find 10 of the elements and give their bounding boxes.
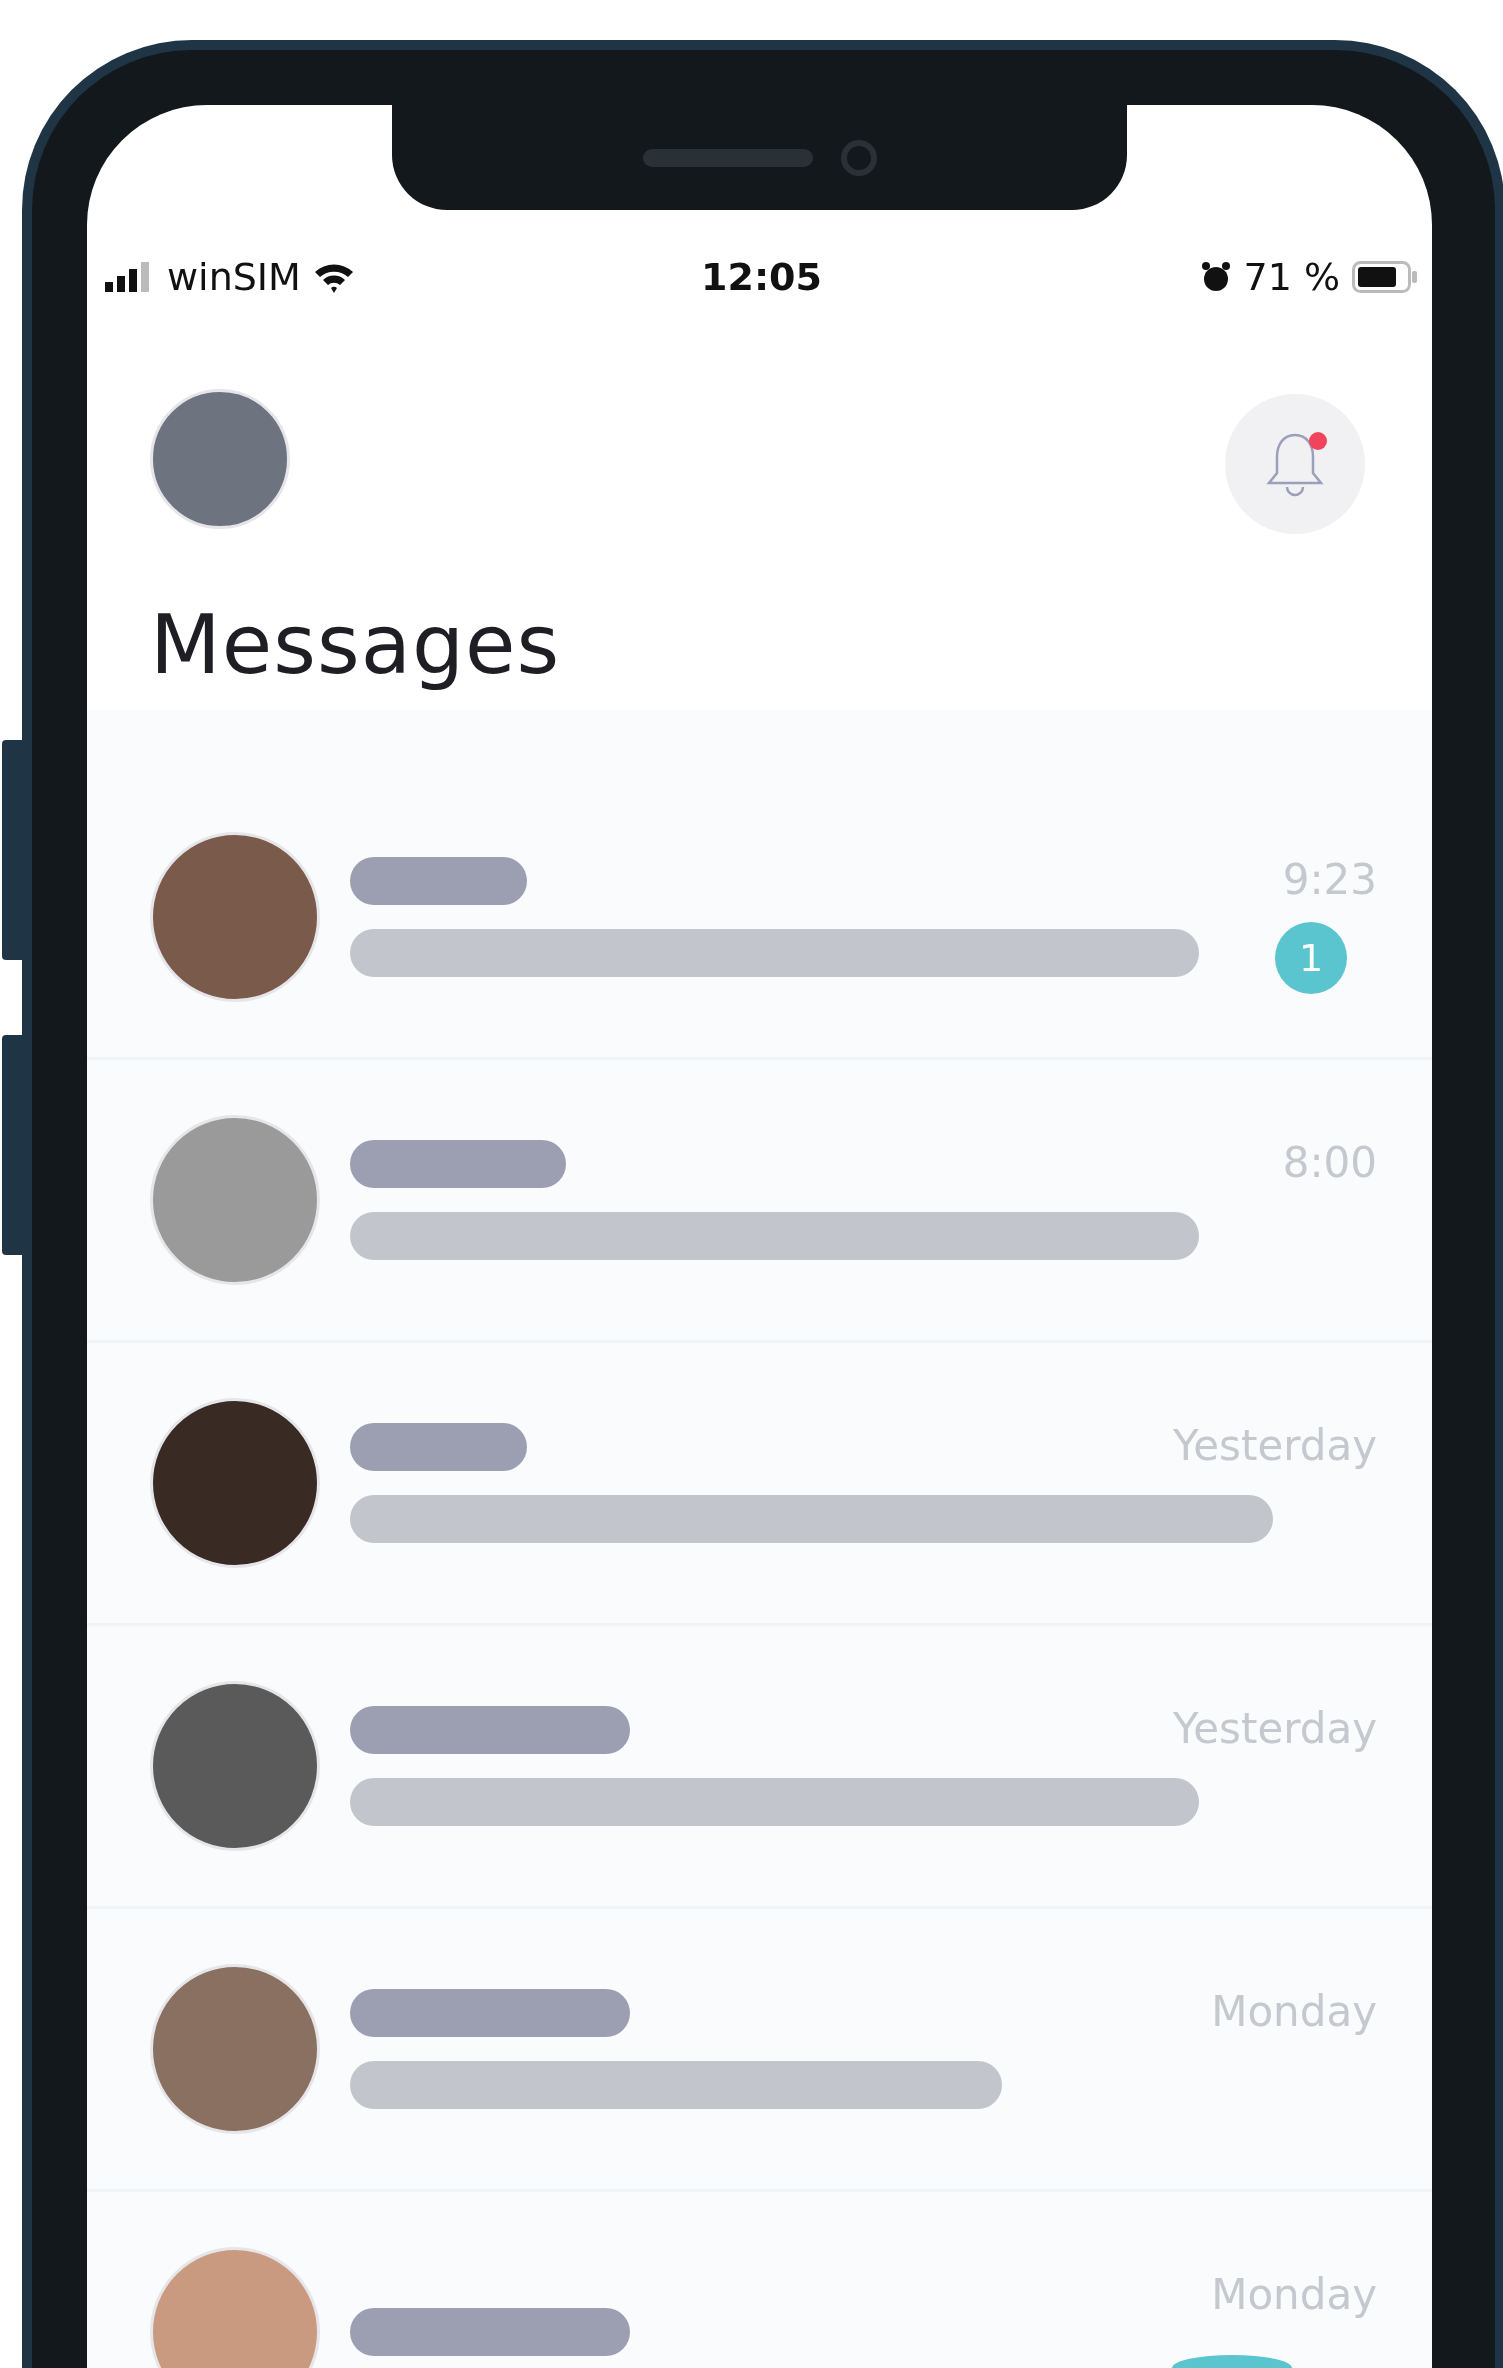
- page-title: Messages: [150, 597, 562, 692]
- unread-count-badge: 1: [1275, 922, 1347, 994]
- camera-icon: [840, 139, 877, 176]
- bell-icon: [1265, 431, 1325, 497]
- alarm-icon: [1201, 261, 1232, 293]
- clock-time: 12:05: [701, 255, 822, 299]
- speaker-icon: [642, 148, 813, 167]
- carrier-name: winSIM: [167, 255, 301, 299]
- battery-percent: 71 %: [1243, 255, 1340, 299]
- battery-icon: [1352, 261, 1418, 293]
